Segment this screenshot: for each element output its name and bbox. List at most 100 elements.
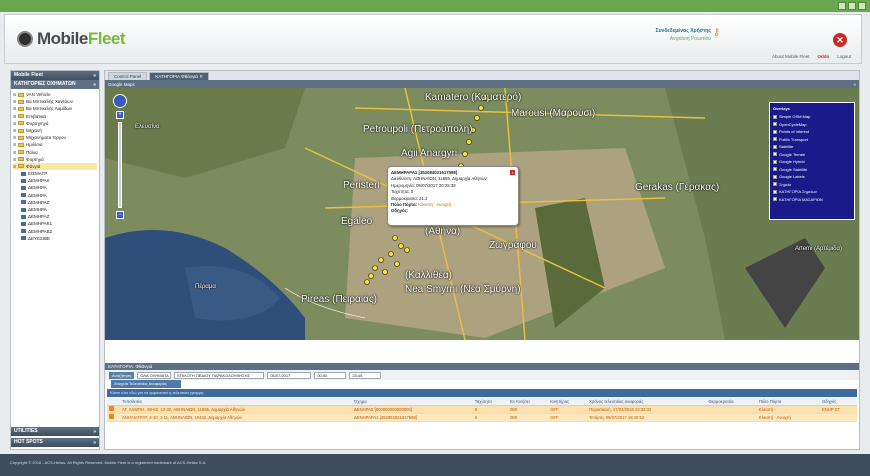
checkbox-icon[interactable] bbox=[773, 129, 777, 134]
sidebar-item[interactable]: ΔΕΜΗΡΑ bbox=[13, 192, 97, 199]
sidebar-item[interactable]: ⊞ Επιβατικά bbox=[13, 113, 97, 120]
checkbox-icon[interactable] bbox=[773, 159, 777, 164]
sidebar-item[interactable]: ⊞ Βα Μπτικελής Χαντάων bbox=[13, 98, 97, 105]
close-tab-icon[interactable]: ✕ bbox=[199, 74, 203, 79]
field-select[interactable]: ΕΠΙΛΟΓΗ ΠΕΔΙΟΥ ΠΑΡΑΚΟΛΟΥΘΗΣΗΣ bbox=[174, 371, 265, 379]
overlay-option[interactable]: Satellite bbox=[773, 143, 851, 151]
sidebar-item[interactable]: ⊞ Μηχανή bbox=[13, 127, 97, 134]
sidebar-item[interactable]: ⊞ Βα Μπτικελής Λαμίδων bbox=[13, 105, 97, 112]
show-last-row-bar[interactable]: Κάντε κλικ εδώ για να εμφανιστεί η τελευ… bbox=[107, 389, 857, 397]
time-to-input[interactable]: 23:45 bbox=[349, 371, 382, 379]
overlay-label: Σημεία bbox=[779, 181, 791, 187]
overlay-label: Public Transport bbox=[779, 136, 808, 142]
column-header[interactable]: Οδηγός bbox=[819, 398, 857, 406]
overlay-option[interactable]: Google Satellite bbox=[773, 166, 851, 174]
sidebar-item[interactable]: ΔΕΜΗΡΑΚ bbox=[13, 177, 97, 184]
checkbox-icon[interactable] bbox=[773, 114, 777, 119]
header-links: About Mobile Fleet Oddo Logout bbox=[772, 54, 851, 59]
pan-control-icon[interactable] bbox=[113, 94, 127, 108]
sidebar-item[interactable]: ΕΙΣΜΑΤΡ bbox=[13, 170, 97, 177]
checkbox-icon[interactable] bbox=[773, 144, 777, 149]
help-link[interactable]: Oddo bbox=[817, 54, 829, 59]
column-header[interactable]: Εν Κινήσει bbox=[508, 398, 549, 406]
column-header[interactable]: Χρόνος τελευταίας αναφοράς bbox=[587, 398, 707, 406]
maximize-icon[interactable] bbox=[848, 2, 856, 10]
overlay-option[interactable]: ΚΑΤΗΓΟΡΙΑ ΜΑΣΑΡΙΩΝ bbox=[773, 196, 851, 204]
tab-last-report[interactable]: Στοιχεία Τελευταίας Αναφοράς bbox=[111, 380, 181, 388]
sidebar-item[interactable]: ⊞ Ημιλίσια bbox=[13, 141, 97, 148]
date-input[interactable]: 05/07/2017 bbox=[267, 371, 312, 379]
sidebar-item[interactable]: ⊞ Φάνγιά bbox=[13, 162, 97, 171]
sidebar-item[interactable]: ΔΕΜΗΡΑΚ1 bbox=[13, 220, 97, 227]
sidebar-item[interactable]: ΔΕΥΕΣΙΒΕ bbox=[13, 235, 97, 242]
column-header[interactable]: Ταχύτητα bbox=[472, 398, 509, 406]
vehicle-icon bbox=[21, 200, 26, 205]
zoom-slider[interactable] bbox=[118, 122, 122, 208]
checkbox-icon[interactable] bbox=[773, 167, 777, 172]
map-label-gerakas: Gerakas (Γέρακας) bbox=[635, 182, 720, 193]
overlay-option[interactable]: Public Transport bbox=[773, 136, 851, 144]
sidebar-item[interactable]: ΔΕΜΗΡΑΖ bbox=[13, 213, 97, 220]
vehicle-icon bbox=[21, 178, 26, 183]
checkbox-icon[interactable] bbox=[773, 174, 777, 179]
expand-icon[interactable]: » bbox=[93, 439, 96, 448]
hotspots-panel[interactable]: HOT SPOTS » bbox=[11, 438, 99, 447]
sidebar-item[interactable]: ΔΕΜΗΡΑ bbox=[13, 184, 97, 191]
hotspots-title: HOT SPOTS bbox=[14, 439, 43, 445]
checkbox-icon[interactable] bbox=[773, 137, 777, 142]
sidebar-item[interactable]: ⊞ Φορτηγά bbox=[13, 156, 97, 163]
logout-link[interactable]: Logout bbox=[837, 54, 851, 59]
zoom-out-icon[interactable]: − bbox=[116, 211, 124, 219]
collapse-icon[interactable]: « bbox=[93, 81, 96, 90]
about-link[interactable]: About Mobile Fleet bbox=[772, 54, 810, 59]
table-row[interactable]: ΑΝΗΛΙΑΤΡΑΤ, 2-10, 1-11, ΑΘΗΝΑΙΩΝ, 10442,… bbox=[107, 413, 857, 422]
column-header[interactable]: Τοποθεσία bbox=[120, 398, 353, 406]
utilities-panel[interactable]: UTILITIES » bbox=[11, 427, 99, 436]
overlay-option[interactable]: Σημεία bbox=[773, 181, 851, 189]
sidebar-item[interactable]: ΔΕΜΗΡΑΒ2 bbox=[13, 228, 97, 235]
map-canvas[interactable]: Kamatero (Καματερό) Petroupoli (Πετρούπο… bbox=[105, 88, 859, 340]
table-cell: OFF bbox=[548, 413, 588, 422]
vehicle-status-icon[interactable] bbox=[109, 414, 114, 419]
checkbox-icon[interactable] bbox=[773, 189, 777, 194]
column-header[interactable]: Πόλο Πόρτα bbox=[756, 398, 820, 406]
column-header[interactable]: Όχημα bbox=[352, 398, 473, 406]
time-from-input[interactable]: 00:00 bbox=[314, 371, 347, 379]
column-header[interactable] bbox=[107, 398, 120, 406]
sidebar-item[interactable]: ⊞ Μηχανήματα Έργου bbox=[13, 134, 97, 141]
folder-icon bbox=[18, 150, 24, 155]
vehicle-select[interactable]: ΟΛΑ ΟΧΗΜΑΤΑ bbox=[137, 371, 172, 379]
overlay-option[interactable]: OpenCycleMap bbox=[773, 121, 851, 129]
table-row[interactable]: ΑΓ. ΛΑΜΠΗ , 60-62, 13-32, ΑΘΗΝΑΙΩΝ, 1185… bbox=[107, 405, 857, 414]
checkbox-icon[interactable] bbox=[773, 122, 777, 127]
overlay-option[interactable]: Simple OSM Map bbox=[773, 113, 851, 121]
logout-icon[interactable]: ✕ bbox=[833, 33, 847, 47]
vehicle-status-icon[interactable] bbox=[109, 406, 114, 411]
sidebar-item[interactable]: ⊞ Πάλια bbox=[13, 149, 97, 156]
tab-category[interactable]: ΚΑΤΗΓΟΡΙΑ Φθάνγιά ✕ bbox=[149, 72, 210, 80]
column-header[interactable]: Θερμοκρασία bbox=[706, 398, 757, 406]
search-button[interactable]: Αναζήτηση bbox=[109, 371, 135, 379]
sidebar-item-label: ΕΙΣΜΑΤΡ bbox=[28, 171, 48, 177]
checkbox-icon[interactable] bbox=[773, 197, 777, 202]
expand-icon[interactable]: » bbox=[93, 428, 96, 437]
overlay-option[interactable]: Google Hybrid bbox=[773, 158, 851, 166]
minimize-icon[interactable] bbox=[838, 2, 846, 10]
overlay-option[interactable]: ΚΑΤΗΓΟΡΙΑ Σημείων bbox=[773, 188, 851, 196]
checkbox-icon[interactable] bbox=[773, 152, 777, 157]
sidebar-item[interactable]: ⊞ VAN Vehicle bbox=[13, 91, 97, 98]
close-popup-icon[interactable]: × bbox=[510, 170, 515, 175]
overlay-option[interactable]: Google Terrain bbox=[773, 151, 851, 159]
column-header[interactable]: Κινητήρας bbox=[548, 398, 588, 406]
sidebar-item[interactable]: ΔΕΜΗΡΑ bbox=[13, 206, 97, 213]
checkbox-icon[interactable] bbox=[773, 182, 777, 187]
sidebar-item[interactable]: ⊞ Φορτηγηγά bbox=[13, 120, 97, 127]
tab-control-panel[interactable]: Control Panel bbox=[108, 72, 148, 80]
map-label-perama: Πέραμα bbox=[195, 284, 216, 290]
overlay-option[interactable]: Google Labels bbox=[773, 173, 851, 181]
collapse-icon[interactable]: « bbox=[853, 81, 856, 88]
zoom-in-icon[interactable]: + bbox=[116, 111, 124, 119]
close-window-icon[interactable] bbox=[858, 2, 866, 10]
sidebar-item[interactable]: ΔΕΜΗΡΑΖ bbox=[13, 199, 97, 206]
overlay-option[interactable]: Points of Interest bbox=[773, 128, 851, 136]
